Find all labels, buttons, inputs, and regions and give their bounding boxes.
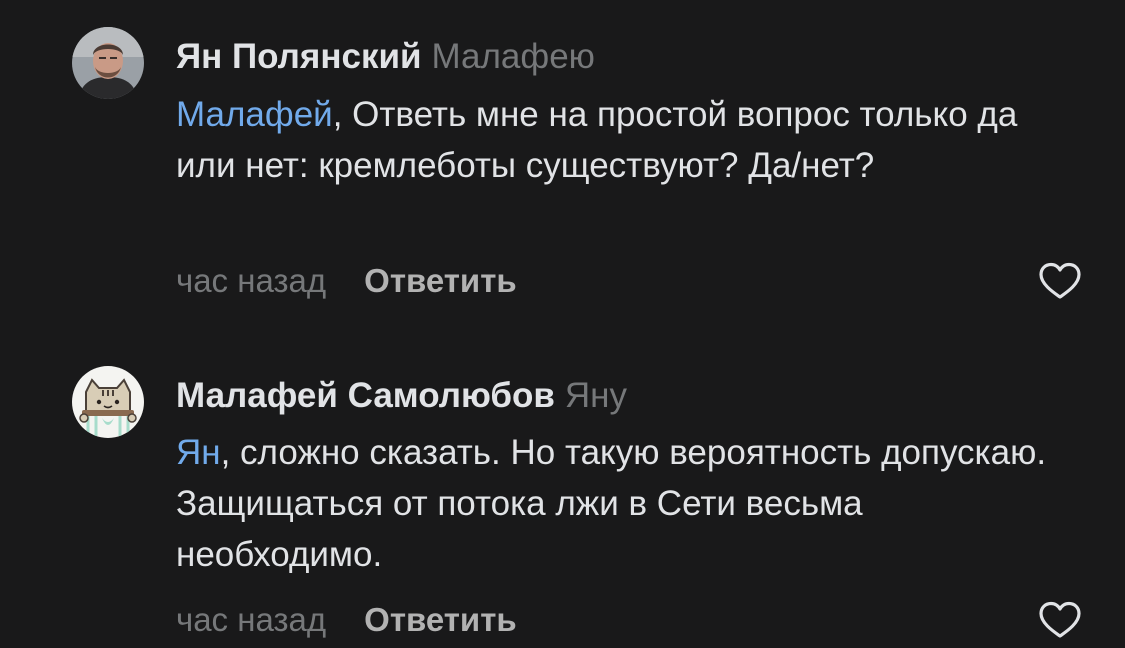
author-name[interactable]: Ян Полянский bbox=[176, 37, 422, 76]
avatar[interactable] bbox=[72, 366, 144, 438]
user-photo-avatar-icon bbox=[72, 27, 144, 99]
author-name[interactable]: Малафей Самолюбов bbox=[176, 376, 555, 415]
reply-to-name[interactable]: Яну bbox=[565, 376, 627, 415]
mention-link[interactable]: Малафей bbox=[176, 95, 333, 134]
reply-button[interactable]: Ответить bbox=[364, 601, 517, 638]
comment-body: , сложно сказать. Но такую вероятность д… bbox=[176, 433, 1047, 574]
mention-link[interactable]: Ян bbox=[176, 433, 221, 472]
comment-header: Ян Полянский Малафею bbox=[176, 37, 595, 77]
like-button[interactable] bbox=[1038, 600, 1082, 640]
comment-meta: час назад Ответить bbox=[176, 600, 517, 640]
comment-meta: час назад Ответить bbox=[176, 261, 517, 301]
like-button[interactable] bbox=[1038, 261, 1082, 301]
heart-outline-icon bbox=[1039, 601, 1081, 638]
avatar[interactable] bbox=[72, 27, 144, 99]
reply-to-name[interactable]: Малафею bbox=[432, 37, 595, 76]
comment-text: Малафей, Ответь мне на простой вопрос то… bbox=[176, 89, 1076, 191]
reply-button[interactable]: Ответить bbox=[364, 262, 517, 299]
timestamp: час назад bbox=[176, 601, 327, 638]
heart-outline-icon bbox=[1039, 262, 1081, 299]
cat-sticker-avatar-icon bbox=[72, 366, 144, 438]
comment-text: Ян, сложно сказать. Но такую вероятность… bbox=[176, 427, 1076, 580]
timestamp: час назад bbox=[176, 262, 327, 299]
comment-header: Малафей Самолюбов Яну bbox=[176, 376, 627, 416]
